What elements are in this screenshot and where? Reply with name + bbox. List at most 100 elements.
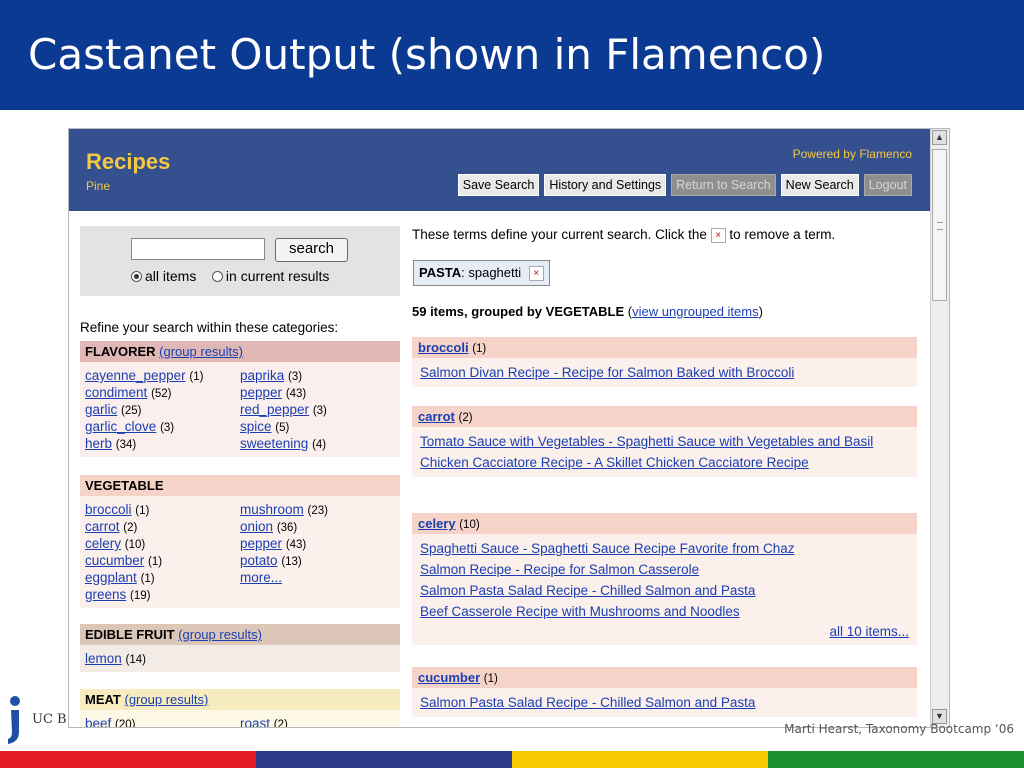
category-item-link[interactable]: red_pepper [240, 402, 309, 417]
result-item: Chicken Cacciatore Recipe - A Skillet Ch… [420, 452, 909, 473]
category-item-count: (43) [285, 539, 307, 551]
category-edible-fruit: EDIBLE FRUIT (group results) lemon (14) [80, 624, 400, 672]
result-link[interactable]: Salmon Divan Recipe - Recipe for Salmon … [420, 365, 794, 380]
instruction-before: These terms define your current search. … [412, 227, 707, 242]
group-summary: 59 items, grouped by VEGETABLE (view ung… [412, 304, 763, 319]
group-name-link[interactable]: cucumber [418, 670, 480, 685]
category-item-link[interactable]: cayenne_pepper [85, 368, 186, 383]
term-facet: PASTA [419, 265, 462, 280]
category-item: potato (13) [240, 552, 395, 569]
category-item-link[interactable]: onion [240, 519, 273, 534]
scroll-up-icon[interactable]: ▲ [932, 130, 947, 145]
search-panel: search all items in current results [80, 226, 400, 296]
result-group-cucumber: cucumber (1) Salmon Pasta Salad Recipe - … [412, 667, 917, 717]
summary-close: ) [758, 304, 763, 319]
category-item-link[interactable]: paprika [240, 368, 284, 383]
category-name: EDIBLE FRUIT [85, 627, 175, 642]
category-item-count: (52) [151, 388, 172, 400]
category-item: onion (36) [240, 518, 395, 535]
category-item-link[interactable]: potato [240, 553, 278, 568]
history-settings-button[interactable]: History and Settings [544, 174, 667, 196]
category-column: mushroom (23) onion (36) pepper (43) potato… [240, 501, 395, 603]
result-link[interactable]: Beef Casserole Recipe with Mushrooms and… [420, 604, 740, 619]
group-results-link[interactable]: (group results) [178, 627, 262, 642]
result-link[interactable]: Tomato Sauce with Vegetables - Spaghetti… [420, 434, 873, 449]
result-link[interactable]: Salmon Recipe - Recipe for Salmon Casser… [420, 562, 699, 577]
category-item-link[interactable]: garlic_clove [85, 419, 156, 434]
category-item-count: (14) [125, 654, 146, 666]
group-results-link[interactable]: (group results) [125, 692, 209, 707]
category-item-link[interactable]: more... [240, 570, 282, 585]
remove-term-icon[interactable]: × [528, 266, 544, 282]
category-name: VEGETABLE [85, 478, 164, 493]
category-item-link[interactable]: pepper [240, 385, 282, 400]
category-name: MEAT [85, 692, 121, 707]
category-item-count: (2) [123, 522, 138, 534]
result-group-celery: celery (10) Spaghetti Sauce - Spaghetti S… [412, 513, 917, 645]
category-item-link[interactable]: beef [85, 716, 111, 727]
category-item-link[interactable]: herb [85, 436, 112, 451]
category-item-link[interactable]: eggplant [85, 570, 137, 585]
category-item-link[interactable]: pepper [240, 536, 282, 551]
category-item-count: (19) [130, 590, 151, 602]
category-item-count: (25) [121, 405, 142, 417]
category-item-link[interactable]: roast [240, 716, 270, 727]
category-item-link[interactable]: mushroom [240, 502, 304, 517]
category-item-link[interactable]: condiment [85, 385, 147, 400]
group-name-link[interactable]: broccoli [418, 340, 469, 355]
category-item-link[interactable]: broccoli [85, 502, 132, 517]
slide-title: Castanet Output (shown in Flamenco) [28, 30, 826, 79]
color-stripe [0, 751, 1024, 768]
category-name: FLAVORER [85, 344, 156, 359]
category-item: broccoli (1) [85, 501, 240, 518]
category-item-link[interactable]: garlic [85, 402, 117, 417]
result-link[interactable]: Salmon Pasta Salad Recipe - Chilled Salm… [420, 695, 755, 710]
category-column: paprika (3) pepper (43) red_pepper (3) spic… [240, 367, 395, 452]
category-item-count: (10) [124, 539, 146, 551]
category-item-link[interactable]: spice [240, 419, 272, 434]
search-button[interactable]: search [275, 238, 348, 262]
view-ungrouped-link[interactable]: view ungrouped items [632, 304, 758, 319]
result-item: Salmon Pasta Salad Recipe - Chilled Salm… [420, 580, 909, 601]
refine-label: Refine your search within these categori… [80, 320, 339, 335]
category-column: beef (20) [85, 715, 240, 727]
scrollbar[interactable]: ▲ ▼ [930, 129, 949, 727]
category-item: beef (20) [85, 715, 240, 727]
category-item-link[interactable]: carrot [85, 519, 120, 534]
all-items-link[interactable]: all 10 items... [829, 624, 909, 639]
result-link[interactable]: Spaghetti Sauce - Spaghetti Sauce Recipe… [420, 541, 794, 556]
group-count: (2) [458, 412, 473, 424]
new-search-button[interactable]: New Search [780, 174, 859, 196]
save-search-button[interactable]: Save Search [457, 174, 540, 196]
scrollbar-thumb[interactable] [932, 149, 947, 301]
app-title: Recipes [86, 149, 171, 174]
result-link[interactable]: Chicken Cacciatore Recipe - A Skillet Ch… [420, 455, 809, 470]
result-item: Tomato Sauce with Vegetables - Spaghetti… [420, 431, 909, 452]
result-item: Spaghetti Sauce - Spaghetti Sauce Recipe… [420, 538, 909, 559]
category-item-link[interactable]: celery [85, 536, 121, 551]
result-link[interactable]: Salmon Pasta Salad Recipe - Chilled Salm… [420, 583, 755, 598]
return-to-search-button[interactable]: Return to Search [671, 174, 776, 196]
category-body: cayenne_pepper (1) condiment (52) garlic (… [80, 362, 400, 457]
search-term-chip: PASTA: spaghetti × [413, 260, 550, 286]
category-item-link[interactable]: greens [85, 587, 126, 602]
group-name-link[interactable]: celery [418, 516, 456, 531]
category-item-link[interactable]: sweetening [240, 436, 308, 451]
category-item-link[interactable]: lemon [85, 651, 122, 666]
search-input[interactable] [131, 238, 265, 260]
stripe-segment [512, 751, 768, 768]
group-name-link[interactable]: carrot [418, 409, 455, 424]
radio-current-results[interactable] [211, 271, 223, 282]
app-subtitle: Pine [86, 179, 111, 193]
category-item: pepper (43) [240, 384, 395, 401]
category-item: greens (19) [85, 586, 240, 603]
ischool-logo-icon [8, 696, 20, 744]
group-results-link[interactable]: (group results) [159, 344, 243, 359]
logout-button[interactable]: Logout [863, 174, 912, 196]
result-item: Beef Casserole Recipe with Mushrooms and… [420, 601, 909, 622]
radio-all-items[interactable] [131, 271, 142, 282]
result-group-broccoli: broccoli (1) Salmon Divan Recipe - Recipe… [412, 337, 917, 387]
powered-by-link[interactable]: Powered by Flamenco [793, 147, 912, 161]
instruction-text: These terms define your current search. … [412, 227, 835, 243]
category-item-link[interactable]: cucumber [85, 553, 144, 568]
